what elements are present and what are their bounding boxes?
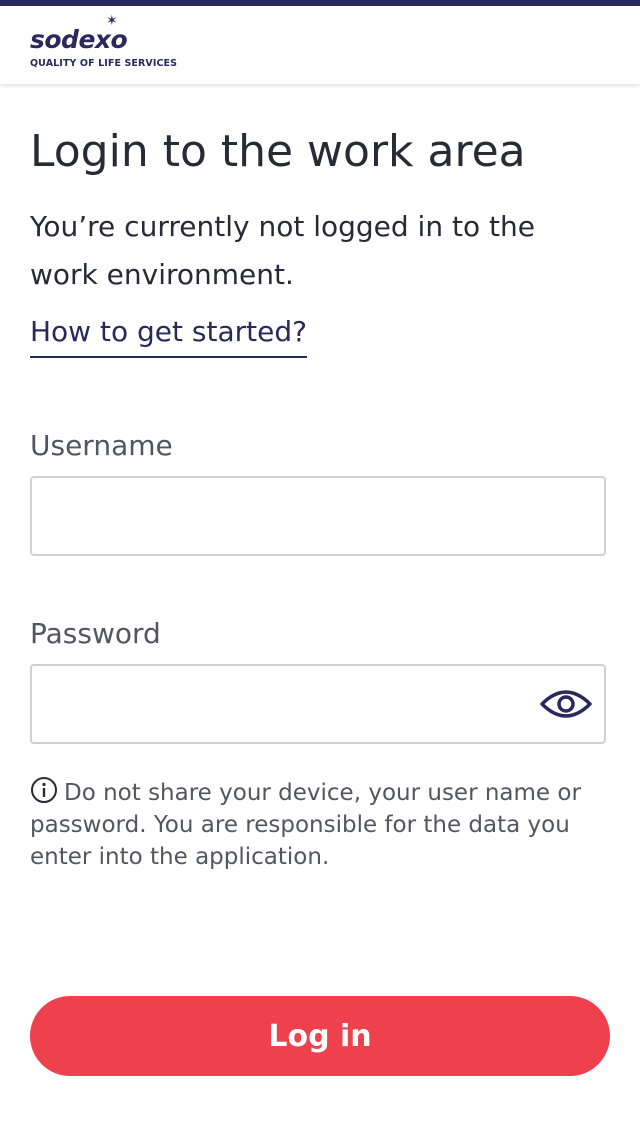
show-password-button[interactable] bbox=[538, 684, 594, 724]
username-input[interactable] bbox=[30, 476, 606, 556]
app-header: ✶ sodexo QUALITY OF LIFE SERVICES bbox=[0, 6, 640, 84]
password-input[interactable] bbox=[30, 664, 606, 744]
logo-wordmark: sodexo bbox=[30, 25, 128, 54]
how-to-get-started-link[interactable]: How to get started? bbox=[30, 312, 307, 358]
page-subtitle: You’re currently not logged in to the wo… bbox=[30, 210, 535, 291]
security-notice-text: Do not share your device, your user name… bbox=[30, 780, 581, 870]
password-label: Password bbox=[30, 617, 161, 650]
security-notice: Do not share your device, your user name… bbox=[30, 776, 610, 873]
logo-tagline: QUALITY OF LIFE SERVICES bbox=[30, 58, 178, 69]
sodexo-logo: ✶ sodexo QUALITY OF LIFE SERVICES bbox=[30, 14, 190, 74]
page-title: Login to the work area bbox=[30, 126, 526, 177]
eye-icon bbox=[540, 690, 592, 718]
info-icon bbox=[31, 777, 57, 803]
username-label: Username bbox=[30, 429, 173, 462]
login-button[interactable]: Log in bbox=[30, 996, 610, 1076]
